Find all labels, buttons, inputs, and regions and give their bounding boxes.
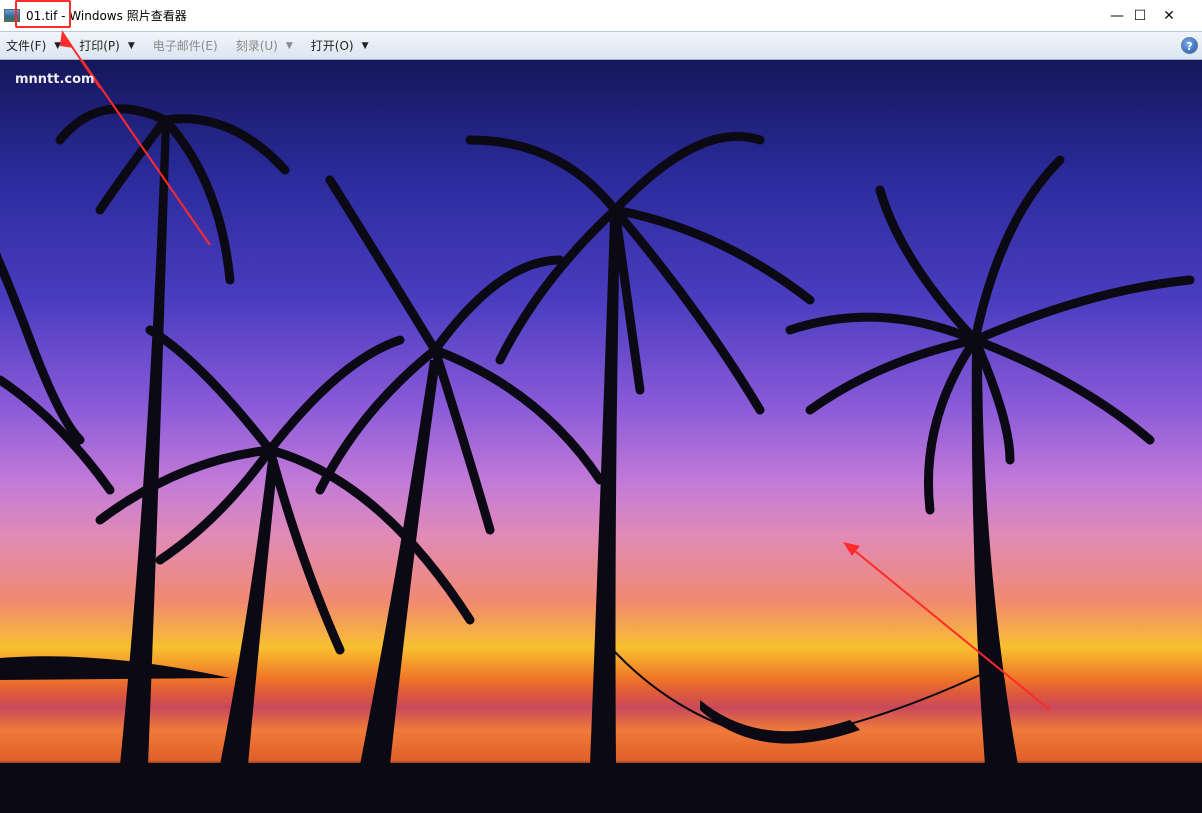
menu-email[interactable]: 电子邮件(E) [153, 37, 218, 54]
menu-label: 电子邮件(E) [152, 39, 218, 53]
photo-canvas [0, 60, 1202, 813]
annotation-highlight-box [15, 0, 71, 28]
menu-label: 打开(O) [310, 39, 354, 53]
close-button[interactable]: ✕ [1146, 0, 1192, 31]
menu-open[interactable]: 打开(O) ▼ [311, 37, 369, 54]
menu-burn[interactable]: 刻录(U) ▼ [236, 37, 293, 54]
chevron-down-icon: ▼ [285, 40, 293, 51]
menu-label: 刻录(U) [235, 39, 278, 53]
palm-silhouettes [0, 60, 1202, 813]
watermark-text: mnntt.com [15, 72, 95, 87]
help-icon[interactable]: ? [1181, 37, 1198, 54]
chevron-down-icon: ▼ [361, 40, 369, 51]
menu-bar: 文件(F) ▼ 打印(P) ▼ 电子邮件(E) 刻录(U) ▼ 打开(O) ▼ ? [0, 31, 1202, 60]
chevron-down-icon: ▼ [127, 40, 135, 51]
annotation-arrow-head [60, 30, 101, 89]
title-bar: 01.tif - Windows 照片查看器 — ☐ ✕ [0, 0, 1202, 31]
